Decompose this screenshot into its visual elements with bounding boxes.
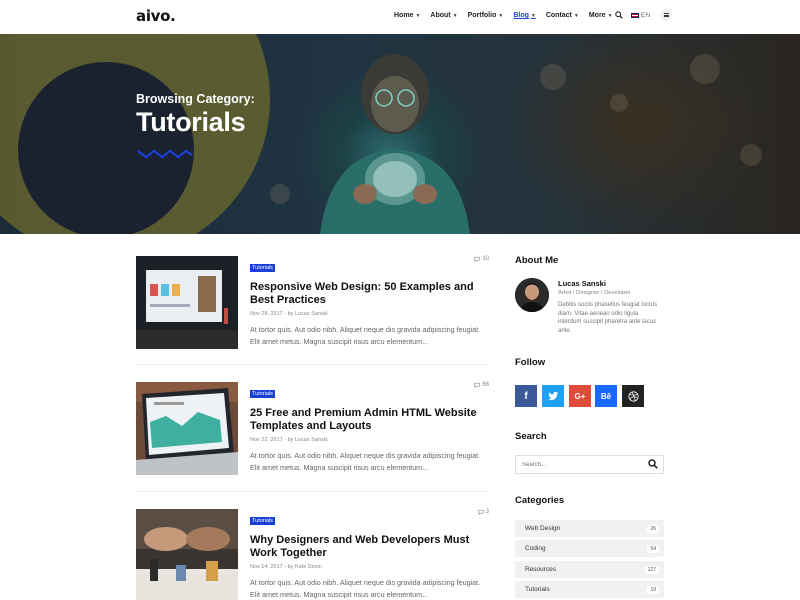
post-title[interactable]: 25 Free and Premium Admin HTML Website T… — [250, 407, 489, 433]
chevron-down-icon: ▼ — [498, 12, 504, 19]
post-card[interactable]: Tutorials 66 25 Free and Premium Admin H… — [136, 382, 489, 475]
chevron-down-icon: ▼ — [573, 12, 579, 19]
category-item-web-design[interactable]: Web Design 26 — [515, 520, 664, 537]
category-badge[interactable]: Tutorials — [250, 517, 275, 525]
post-excerpt: At tortor quis. Aut odio nibh. Aliquet n… — [250, 325, 481, 346]
comment-count[interactable]: 3 — [477, 509, 489, 515]
category-name: Coding — [525, 545, 546, 552]
chevron-down-icon: ▼ — [452, 12, 458, 19]
post-meta: Nov 14, 2017 - by Kate Dixon — [250, 564, 322, 570]
bokeh-light — [740, 144, 762, 166]
header-tools: EN — [613, 9, 673, 21]
follow-heading: Follow — [515, 357, 546, 368]
nav-portfolio-label: Portfolio — [467, 12, 497, 19]
category-name: Web Design — [525, 525, 561, 532]
category-item-tutorials[interactable]: Tutorials 19 — [515, 581, 664, 598]
post-body: Tutorials 3 Why Designers and Web Develo… — [250, 509, 489, 600]
nav-blog-label: Blog — [513, 12, 529, 19]
nav-home-label: Home — [394, 12, 414, 19]
bokeh-light — [690, 54, 720, 84]
post-body: Tutorials 10 Responsive Web Design: 50 E… — [250, 256, 489, 348]
post-body: Tutorials 66 25 Free and Premium Admin H… — [250, 382, 489, 474]
hero-decor-circle-dark — [18, 62, 194, 234]
search-field — [515, 455, 664, 474]
category-item-coding[interactable]: Coding 54 — [515, 540, 664, 557]
comment-count-label: 10 — [482, 256, 489, 262]
post-thumbnail[interactable] — [136, 382, 238, 475]
post-card[interactable]: Tutorials 3 Why Designers and Web Develo… — [136, 509, 489, 600]
language-switcher[interactable]: EN — [631, 12, 650, 19]
bokeh-light — [610, 94, 628, 112]
chevron-down-icon: ▼ — [530, 12, 536, 19]
category-item-resources[interactable]: Resources 127 — [515, 561, 664, 578]
author-bio: Debitis sociis phasellus feugiat luctus … — [558, 302, 658, 334]
nav-blog[interactable]: Blog ▼ — [513, 12, 536, 19]
nav-about[interactable]: About ▼ — [430, 12, 457, 19]
nav-about-label: About — [430, 12, 451, 19]
post-title[interactable]: Why Designers and Web Developers Must Wo… — [250, 534, 489, 560]
divider — [136, 364, 489, 365]
bokeh-light — [540, 64, 566, 90]
chevron-down-icon: ▼ — [607, 12, 613, 19]
post-meta: Nov 28, 2017 - by Lucas Sanski — [250, 311, 328, 317]
behance-icon[interactable]: Bē — [595, 385, 617, 407]
dribbble-icon[interactable] — [622, 385, 644, 407]
nav-home[interactable]: Home ▼ — [394, 12, 420, 19]
bokeh-light — [270, 184, 290, 204]
category-badge[interactable]: Tutorials — [250, 390, 275, 398]
category-count: 26 — [647, 524, 659, 533]
uk-flag-icon — [631, 12, 639, 18]
about-heading: About Me — [515, 255, 559, 266]
chevron-down-icon: ▼ — [415, 12, 421, 19]
author-role: Artist / Designer / Developer — [558, 290, 631, 296]
language-label: EN — [641, 11, 651, 19]
google-plus-icon[interactable]: G+ — [569, 385, 591, 407]
category-name: Resources — [525, 566, 557, 573]
twitter-icon[interactable] — [542, 385, 564, 407]
nav-contact[interactable]: Contact ▼ — [546, 12, 579, 19]
author-name: Lucas Sanski — [558, 279, 606, 288]
category-name: Tutorials — [525, 586, 550, 593]
nav-more[interactable]: More ▼ — [589, 12, 613, 19]
comment-count[interactable]: 66 — [474, 382, 489, 388]
post-meta: Nov 22, 2017 - by Lucas Sanski — [250, 437, 328, 443]
nav-portfolio[interactable]: Portfolio ▼ — [468, 12, 504, 19]
comment-icon — [474, 256, 481, 262]
site-header: aivo. Home ▼ About ▼ Portfolio ▼ Blog ▼ Cont… — [0, 0, 800, 34]
hamburger-icon — [663, 13, 669, 17]
hero-subtitle: Browsing Category: — [136, 92, 255, 106]
category-count: 54 — [647, 544, 659, 553]
category-count: 19 — [647, 585, 659, 594]
search-icon[interactable] — [648, 459, 658, 469]
nav-more-label: More — [588, 12, 606, 19]
comment-icon — [474, 382, 481, 388]
comment-count-label: 66 — [482, 382, 489, 388]
facebook-icon[interactable]: f — [515, 385, 537, 407]
menu-button[interactable] — [660, 9, 673, 21]
category-count: 127 — [644, 565, 659, 574]
page-title: Tutorials — [136, 107, 246, 137]
comment-count[interactable]: 10 — [474, 256, 489, 262]
post-excerpt: At tortor quis. Aut odio nibh. Aliquet n… — [250, 451, 481, 472]
site-logo[interactable]: aivo. — [136, 7, 176, 25]
comment-icon — [477, 509, 484, 515]
comment-count-label: 3 — [485, 509, 489, 515]
post-thumbnail[interactable] — [136, 256, 238, 349]
post-card[interactable]: Tutorials 10 Responsive Web Design: 50 E… — [136, 256, 489, 349]
post-thumbnail[interactable] — [136, 509, 238, 600]
post-title[interactable]: Responsive Web Design: 50 Examples and B… — [250, 281, 489, 307]
divider — [136, 491, 489, 492]
main-nav: Home ▼ About ▼ Portfolio ▼ Blog ▼ Contact ▼ M… — [394, 12, 613, 19]
hero-photo-person-with-lights — [320, 54, 470, 234]
post-excerpt: At tortor quis. Aut odio nibh. Aliquet n… — [250, 578, 481, 599]
search-icon[interactable] — [613, 9, 625, 21]
nav-contact-label: Contact — [545, 12, 572, 19]
categories-heading: Categories — [515, 495, 565, 506]
category-badge[interactable]: Tutorials — [250, 264, 275, 272]
search-input[interactable] — [516, 461, 641, 468]
hero-banner: Browsing Category: Tutorials — [0, 34, 800, 234]
zigzag-divider-icon — [137, 149, 193, 159]
search-heading: Search — [515, 431, 547, 442]
avatar — [515, 278, 549, 312]
